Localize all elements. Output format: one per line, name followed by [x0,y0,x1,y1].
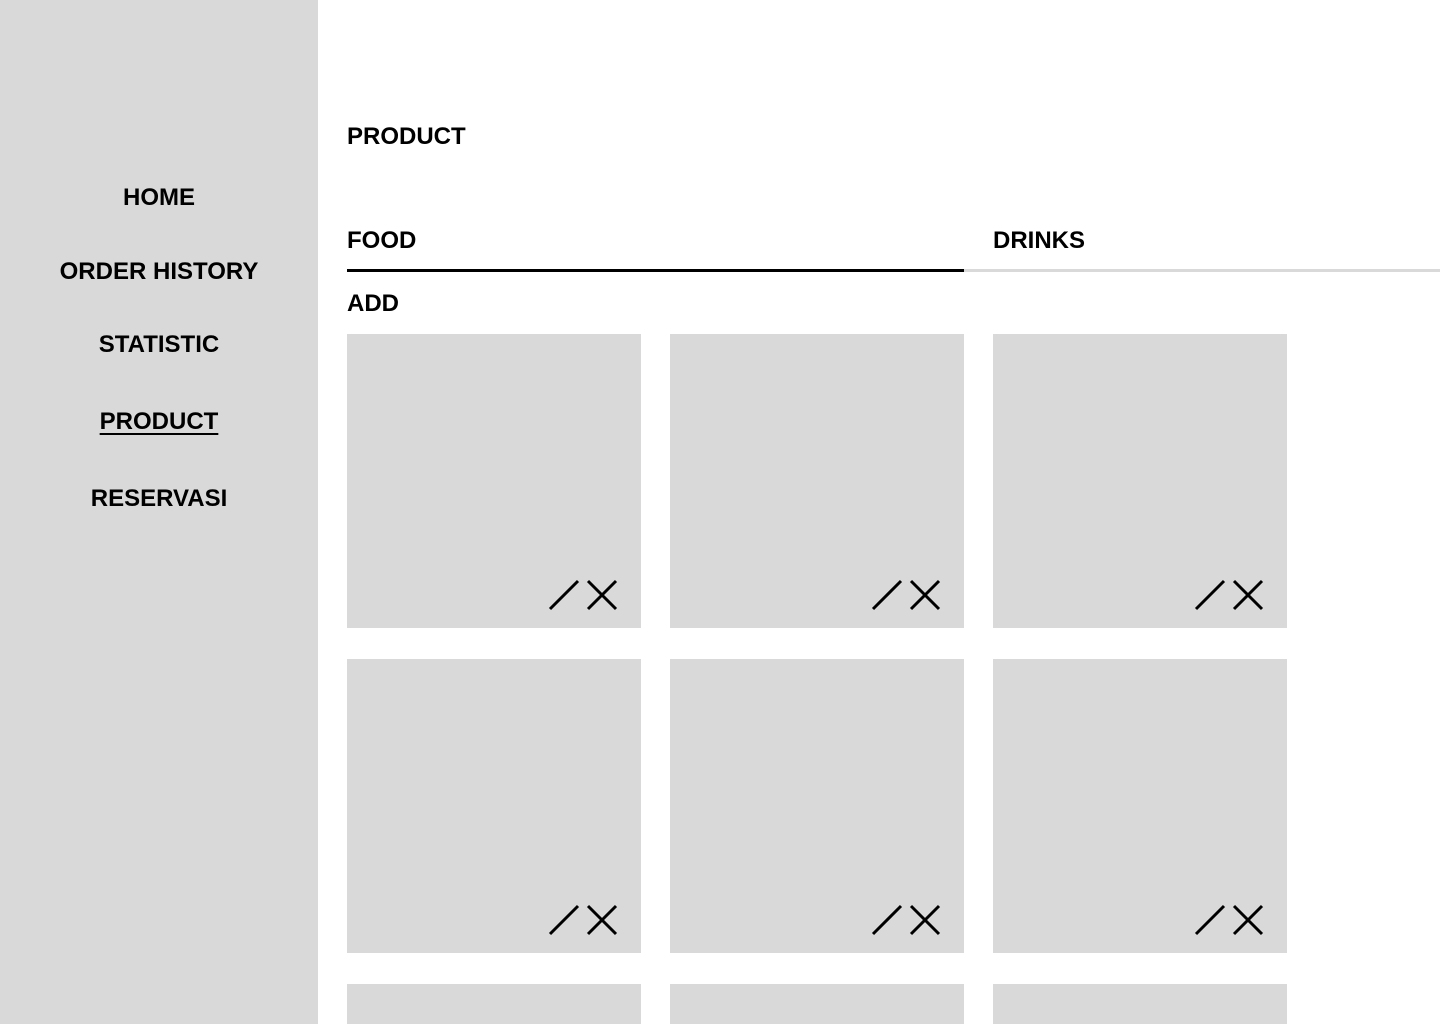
edit-icon[interactable] [870,578,904,612]
product-card[interactable] [670,334,964,628]
tab-drinks-indicator [964,269,1440,272]
delete-icon[interactable] [1231,578,1265,612]
card-actions [1193,903,1265,937]
product-card[interactable] [670,659,964,953]
sidebar-item-home[interactable]: HOME [0,184,318,212]
delete-icon[interactable] [908,578,942,612]
tab-food[interactable]: FOOD [347,227,416,255]
product-card[interactable] [993,334,1287,628]
add-button[interactable]: ADD [347,290,399,318]
edit-icon[interactable] [547,578,581,612]
delete-icon[interactable] [585,578,619,612]
sidebar-item-statistic[interactable]: STATISTIC [0,331,318,359]
edit-icon[interactable] [1193,903,1227,937]
sidebar-item-product-label: PRODUCT [99,408,219,435]
card-actions [870,578,942,612]
sidebar-item-statistic-label: STATISTIC [98,331,220,358]
product-card[interactable] [670,984,964,1024]
delete-icon[interactable] [585,903,619,937]
tab-drinks[interactable]: DRINKS [993,227,1085,255]
product-card[interactable] [993,659,1287,953]
sidebar-item-reservasi[interactable]: RESERVASI [0,485,318,513]
card-actions [870,903,942,937]
sidebar-item-order-history-label: ORDER HISTORY [59,258,259,285]
card-actions [547,903,619,937]
delete-icon[interactable] [1231,903,1265,937]
edit-icon[interactable] [1193,578,1227,612]
delete-icon[interactable] [908,903,942,937]
card-actions [547,578,619,612]
sidebar-item-home-label: HOME [123,184,195,211]
product-card[interactable] [347,334,641,628]
sidebar-item-reservasi-label: RESERVASI [90,485,228,512]
edit-icon[interactable] [870,903,904,937]
product-card[interactable] [993,984,1287,1024]
sidebar-item-product[interactable]: PRODUCT [0,408,318,436]
sidebar: HOME ORDER HISTORY STATISTIC PRODUCT RES… [0,0,318,1024]
edit-icon[interactable] [547,903,581,937]
product-card[interactable] [347,659,641,953]
page-title: PRODUCT [347,123,466,150]
product-card[interactable] [347,984,641,1024]
tab-food-indicator [347,269,964,272]
card-actions [1193,578,1265,612]
sidebar-item-order-history[interactable]: ORDER HISTORY [0,258,318,286]
